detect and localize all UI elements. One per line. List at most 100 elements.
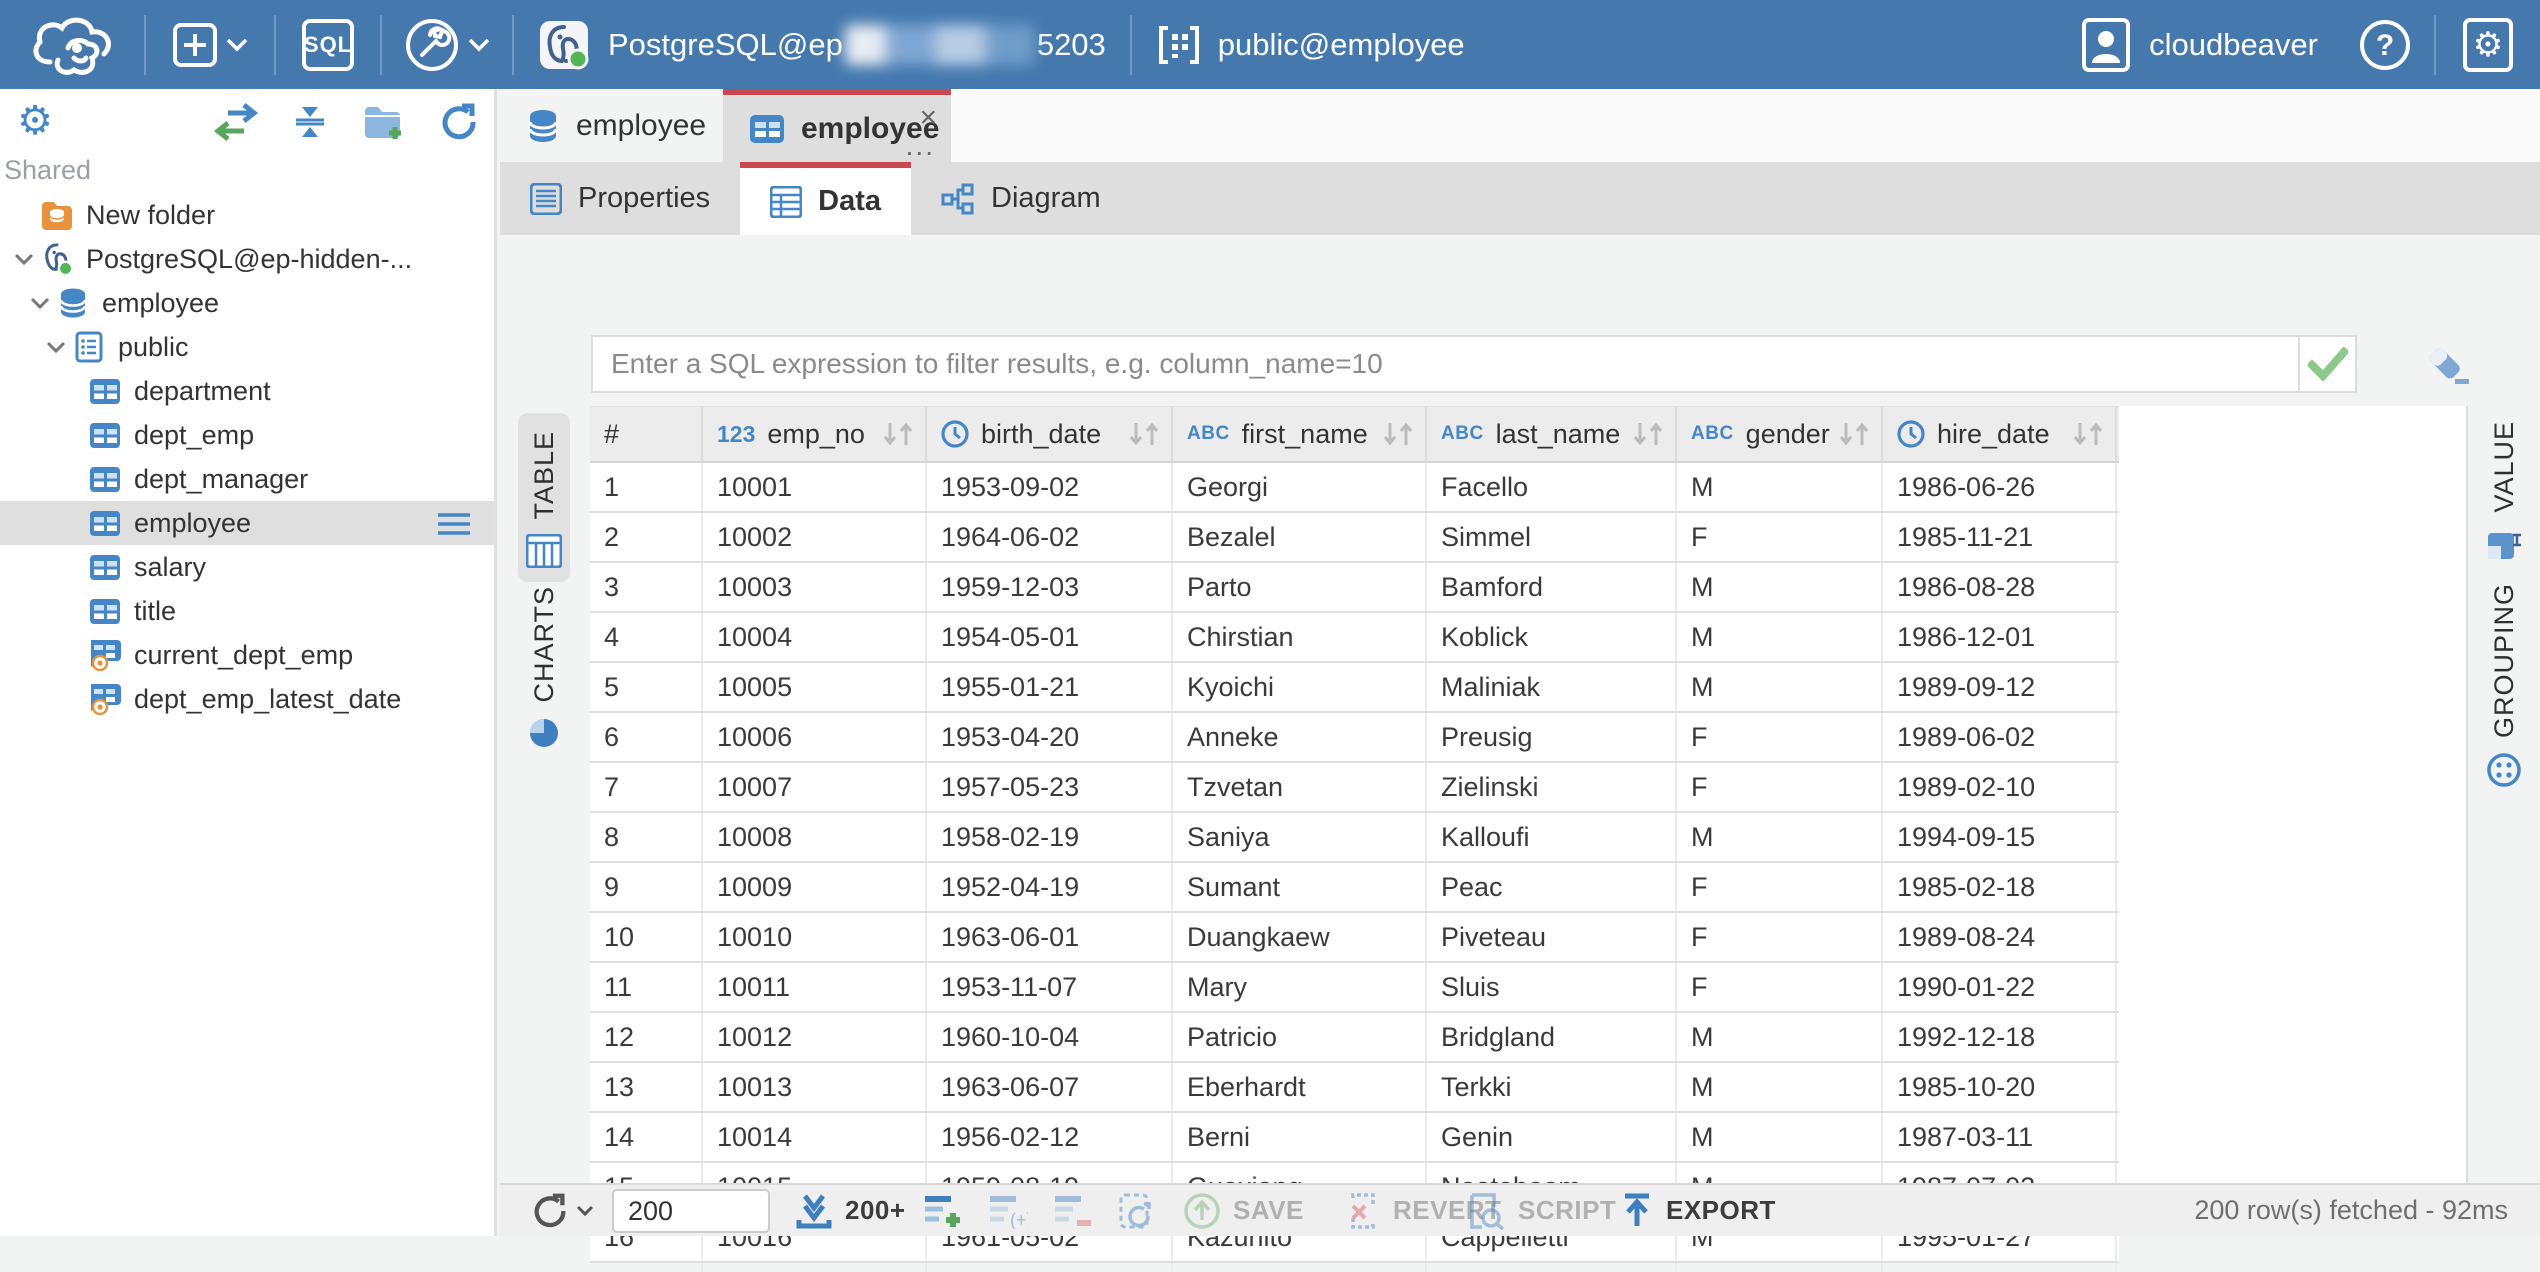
duplicate-row-button[interactable]: (+) [988, 1185, 1028, 1236]
column-header-gender[interactable]: ABCgender [1677, 407, 1883, 461]
table-row[interactable]: 14100141956-02-12BerniGeninM1987-03-11 [590, 1113, 2119, 1163]
data-cell[interactable]: Maliniak [1427, 663, 1677, 711]
data-cell[interactable]: M [1677, 1013, 1883, 1061]
link-editor-icon[interactable] [214, 103, 258, 141]
data-cell[interactable]: 10001 [703, 463, 927, 511]
tree-item-menu-icon[interactable] [436, 512, 472, 541]
tab-table-employee-active[interactable]: employee × ... [723, 89, 951, 162]
sort-arrows-icon[interactable] [1127, 419, 1161, 449]
data-cell[interactable]: Preusig [1427, 713, 1677, 761]
data-cell[interactable]: Simmel [1427, 513, 1677, 561]
data-cell[interactable]: 1958-02-19 [927, 813, 1173, 861]
data-cell[interactable]: F [1677, 863, 1883, 911]
tree-expand-chevron-icon[interactable] [8, 252, 40, 266]
data-cell[interactable]: 1960-10-04 [927, 1013, 1173, 1061]
data-cell[interactable]: Georgi [1173, 463, 1427, 511]
table-row[interactable]: 1100011953-09-02GeorgiFacelloM1986-06-26 [590, 463, 2119, 513]
sort-arrows-icon[interactable] [1837, 419, 1871, 449]
data-cell[interactable]: 10009 [703, 863, 927, 911]
data-cell[interactable]: 1953-04-20 [927, 713, 1173, 761]
data-cell[interactable]: 1989-09-12 [1883, 663, 2117, 711]
tree-expand-chevron-icon[interactable] [24, 296, 56, 310]
column-header-last_name[interactable]: ABClast_name [1427, 407, 1677, 461]
data-cell[interactable]: F [1677, 513, 1883, 561]
data-cell[interactable]: M [1677, 563, 1883, 611]
data-cell[interactable]: Tzvetan [1173, 763, 1427, 811]
cloudbeaver-logo[interactable] [0, 0, 144, 89]
data-cell[interactable]: 1963-06-07 [927, 1063, 1173, 1111]
data-cell[interactable]: Duangkaew [1173, 913, 1427, 961]
data-cell[interactable]: 1989-02-10 [1883, 763, 2117, 811]
data-cell[interactable]: Bezalel [1173, 513, 1427, 561]
data-cell[interactable]: 1985-10-20 [1883, 1063, 2117, 1111]
export-button[interactable]: EXPORT [1620, 1185, 1776, 1236]
data-cell[interactable]: 10014 [703, 1113, 927, 1161]
data-cell[interactable]: Terkki [1427, 1063, 1677, 1111]
schema-selector[interactable]: public@employee [1132, 0, 1489, 89]
data-cell[interactable]: Chirstian [1173, 613, 1427, 661]
help-button[interactable]: ? [2336, 0, 2434, 89]
data-cell[interactable]: 1992-12-18 [1883, 1013, 2117, 1061]
driver-manager-button[interactable] [382, 0, 512, 89]
data-cell[interactable]: Berni [1173, 1113, 1427, 1161]
tree-item-dept-emp-latest-date[interactable]: dept_emp_latest_date [0, 677, 494, 721]
sort-arrows-icon[interactable] [1381, 419, 1415, 449]
data-cell[interactable]: Sumant [1173, 863, 1427, 911]
data-cell[interactable]: Parto [1173, 563, 1427, 611]
sort-arrows-icon[interactable] [2071, 419, 2105, 449]
data-cell[interactable]: 10002 [703, 513, 927, 561]
data-cell[interactable]: 1986-12-01 [1883, 613, 2117, 661]
refresh-results-button[interactable] [530, 1185, 594, 1236]
sql-filter-input[interactable] [593, 337, 2298, 391]
data-cell[interactable]: 10013 [703, 1063, 927, 1111]
data-cell[interactable]: F [1677, 913, 1883, 961]
sql-editor-button[interactable]: SQL [276, 0, 380, 89]
collapse-all-icon[interactable] [290, 103, 330, 141]
sort-arrows-icon[interactable] [881, 419, 915, 449]
connection-selector[interactable]: PostgreSQL@ep 5203 [514, 0, 1130, 89]
data-cell[interactable]: M [1677, 1113, 1883, 1161]
table-row[interactable]: 8100081958-02-19SaniyaKalloufiM1994-09-1… [590, 813, 2119, 863]
tree-item-new-folder[interactable]: New folder [0, 193, 494, 237]
data-cell[interactable]: Saniya [1173, 813, 1427, 861]
tab-overflow-dots[interactable]: ... [906, 132, 935, 160]
data-cell[interactable]: Zielinski [1427, 763, 1677, 811]
column-header-hire_date[interactable]: hire_date [1883, 407, 2117, 461]
data-cell[interactable]: 1953-11-07 [927, 963, 1173, 1011]
data-cell[interactable]: 1957-05-23 [927, 763, 1173, 811]
tree-item-employee[interactable]: employee [0, 281, 494, 325]
script-button[interactable]: SCRIPT [1466, 1185, 1616, 1236]
tree-item-salary[interactable]: salary [0, 545, 494, 589]
data-cell[interactable]: Peac [1427, 863, 1677, 911]
tree-item-public[interactable]: public [0, 325, 494, 369]
data-cell[interactable]: 1989-06-02 [1883, 713, 2117, 761]
tree-expand-chevron-icon[interactable] [40, 340, 72, 354]
apply-filter-button[interactable] [2298, 337, 2355, 391]
data-cell[interactable]: Sluis [1427, 963, 1677, 1011]
tab-diagram[interactable]: Diagram [911, 162, 1131, 235]
data-cell[interactable]: Koblick [1427, 613, 1677, 661]
tree-item-title[interactable]: title [0, 589, 494, 633]
data-cell[interactable]: 10007 [703, 763, 927, 811]
data-cell[interactable]: M [1677, 1063, 1883, 1111]
data-cell[interactable]: M [1677, 663, 1883, 711]
data-cell[interactable]: Kyoichi [1173, 663, 1427, 711]
table-row[interactable]: 6100061953-04-20AnnekePreusigF1989-06-02 [590, 713, 2119, 763]
column-header-emp_no[interactable]: 123emp_no [703, 407, 927, 461]
new-connection-button[interactable] [146, 0, 274, 89]
data-cell[interactable]: Eberhardt [1173, 1063, 1427, 1111]
data-cell[interactable]: 1986-08-28 [1883, 563, 2117, 611]
data-cell[interactable]: 1987-03-11 [1883, 1113, 2117, 1161]
data-cell[interactable]: 1952-04-19 [927, 863, 1173, 911]
data-cell[interactable]: 10011 [703, 963, 927, 1011]
data-cell[interactable]: Bridgland [1427, 1013, 1677, 1061]
data-cell[interactable]: Genin [1427, 1113, 1677, 1161]
data-cell[interactable]: Facello [1427, 463, 1677, 511]
tree-item-employee[interactable]: employee [0, 501, 494, 545]
new-folder-icon[interactable] [362, 103, 406, 141]
refresh-tree-icon[interactable] [438, 102, 480, 142]
data-cell[interactable]: M [1677, 463, 1883, 511]
fetch-more-button[interactable]: 200+ [795, 1185, 906, 1236]
save-button[interactable]: SAVE [1183, 1185, 1304, 1236]
data-cell[interactable]: 10003 [703, 563, 927, 611]
